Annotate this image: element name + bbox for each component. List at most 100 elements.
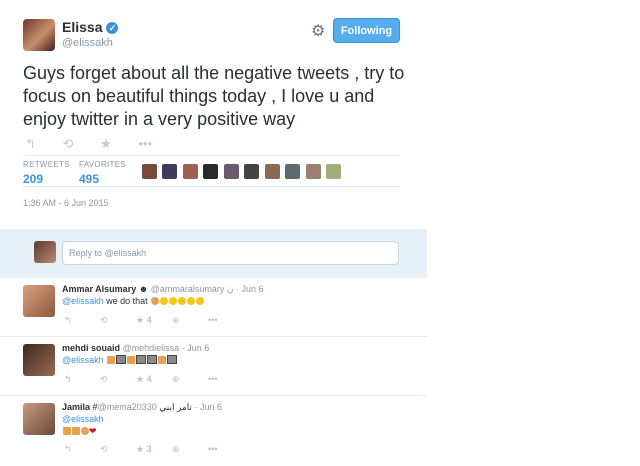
favorite-icon[interactable]: ★ 4 — [136, 374, 172, 385]
reply-date[interactable]: · Jun 6 — [195, 402, 223, 412]
reply-text: @elissakh — [62, 355, 178, 365]
reply-avatar[interactable] — [23, 285, 55, 317]
reply-icon[interactable]: ↰ — [25, 136, 36, 151]
mini-avatar[interactable] — [203, 164, 219, 179]
clapper-emoji-icon — [136, 355, 147, 364]
reply-header: Jamila #@mema20330 تامر ابني · Jun 6 — [62, 402, 222, 413]
favorite-icon[interactable]: ★ 4 — [136, 315, 172, 326]
face-emoji-icon — [160, 297, 169, 305]
reply-emoji-line: ❤ — [62, 426, 104, 437]
favorite-count: 3 — [146, 444, 152, 454]
face-emoji-icon — [169, 297, 178, 305]
divider — [23, 186, 400, 187]
reply-item[interactable]: Ammar Alsumary ☻ @ammaralsumary ن · Jun … — [0, 278, 427, 337]
user-name-row[interactable]: Elissa ✓ — [62, 19, 119, 35]
reply-area: Reply to @elissakh — [0, 229, 427, 278]
heart-emoji-icon: ❤ — [89, 426, 97, 436]
user-avatar[interactable] — [23, 19, 55, 51]
reply-date[interactable]: · Jun 6 — [236, 284, 264, 294]
reply-date[interactable]: · Jun 6 — [182, 343, 210, 353]
thumbs-up-emoji-icon — [63, 427, 71, 435]
reply-handle-suffix: ن — [226, 284, 234, 294]
reply-actions: ↰ ⟲ ★ 4 ⊕ ••• — [64, 315, 244, 326]
thumbs-up-emoji-icon — [72, 427, 80, 435]
mini-avatar[interactable] — [285, 164, 301, 179]
reply-item[interactable]: mehdi souaid @mehdielissa · Jun 6 @eliss… — [0, 337, 427, 396]
reply-item[interactable]: Jamila #@mema20330 تامر ابني · Jun 6 @el… — [0, 396, 427, 466]
reply-mention[interactable]: @elissakh — [62, 414, 104, 424]
face-emoji-icon — [196, 297, 205, 305]
reply-badge: ☻ — [138, 284, 149, 294]
reply-display-suffix: تامر ابني — [159, 402, 193, 412]
tweet-card: Elissa ✓ @elissakh ⚙ Following Guys forge… — [0, 0, 427, 466]
reply-icon[interactable]: ↰ — [64, 444, 100, 455]
favorite-count: 4 — [146, 315, 152, 325]
tweet-text: Guys forget about all the negative tweet… — [23, 63, 405, 129]
favorites-stat[interactable]: FAVORITES 495 — [79, 160, 126, 186]
favorites-count[interactable]: 495 — [79, 172, 126, 186]
reply-text: @elissakh ❤ — [62, 414, 104, 437]
clapper-emoji-icon — [116, 355, 127, 364]
reply-mention[interactable]: @elissakh — [62, 355, 104, 365]
favorite-icon[interactable]: ★ — [100, 136, 112, 151]
tweet-actions: ↰ ⟲ ★ ••• — [25, 136, 175, 152]
reply-icon[interactable]: ↰ — [64, 374, 100, 385]
retweet-icon[interactable]: ⟲ — [100, 374, 136, 385]
verified-icon: ✓ — [106, 22, 119, 34]
favorite-icon[interactable]: ★ 3 — [136, 444, 172, 455]
reply-body: we do that — [103, 296, 151, 306]
retweets-label: RETWEETS — [23, 160, 70, 169]
more-icon[interactable]: ••• — [208, 374, 244, 384]
tweet-timestamp[interactable]: 1:36 AM - 6 Jun 2015 — [23, 198, 109, 208]
reply-input[interactable]: Reply to @elissakh — [62, 241, 399, 265]
reply-actions: ↰ ⟲ ★ 4 ⊕ ••• — [64, 374, 244, 385]
following-button[interactable]: Following — [333, 18, 400, 43]
reply-handle[interactable]: @ammaralsumary — [151, 284, 225, 294]
add-icon[interactable]: ⊕ — [172, 444, 208, 455]
more-icon[interactable]: ••• — [208, 444, 244, 454]
reply-header: Ammar Alsumary ☻ @ammaralsumary ن · Jun … — [62, 284, 264, 295]
reply-avatar[interactable] — [23, 403, 55, 435]
thumbs-up-emoji-icon — [107, 356, 116, 364]
retweet-icon[interactable]: ⟲ — [100, 444, 136, 455]
retweet-icon[interactable]: ⟲ — [100, 315, 136, 326]
add-icon[interactable]: ⊕ — [172, 315, 208, 326]
reply-header: mehdi souaid @mehdielissa · Jun 6 — [62, 343, 209, 353]
favorite-count: 4 — [146, 374, 152, 384]
more-icon[interactable]: ••• — [138, 136, 152, 151]
face-emoji-icon — [178, 297, 187, 305]
face-emoji-icon — [187, 297, 196, 305]
reply-author[interactable]: Jamila — [62, 402, 90, 412]
current-user-avatar — [34, 241, 56, 263]
reply-handle[interactable]: @mema20330 — [98, 402, 157, 412]
ok-hand-emoji-icon — [81, 427, 89, 435]
reply-handle[interactable]: @mehdielissa — [123, 343, 180, 353]
reply-mention[interactable]: @elissakh — [62, 296, 104, 306]
reply-avatar[interactable] — [23, 344, 55, 376]
reply-author[interactable]: Ammar Alsumary — [62, 284, 136, 294]
mini-avatar[interactable] — [162, 164, 178, 179]
reply-author[interactable]: mehdi souaid — [62, 343, 120, 353]
thumbs-up-emoji-icon — [158, 356, 167, 364]
user-handle[interactable]: @elissakh — [62, 37, 113, 49]
mini-avatar[interactable] — [244, 164, 260, 179]
more-icon[interactable]: ••• — [208, 315, 244, 325]
mini-avatar[interactable] — [142, 164, 157, 179]
mini-avatar[interactable] — [305, 164, 321, 179]
divider — [23, 155, 400, 156]
favoriter-avatars — [142, 164, 342, 184]
thumbs-up-emoji-icon — [127, 356, 136, 364]
reply-text: @elissakh we do that — [62, 296, 205, 306]
mini-avatar[interactable] — [326, 164, 342, 179]
retweets-stat[interactable]: RETWEETS 209 — [23, 160, 70, 186]
mini-avatar[interactable] — [264, 164, 280, 179]
retweets-count[interactable]: 209 — [23, 172, 70, 186]
reply-icon[interactable]: ↰ — [64, 315, 100, 326]
gear-icon[interactable]: ⚙ — [311, 21, 325, 41]
user-name[interactable]: Elissa — [62, 19, 102, 35]
mini-avatar[interactable] — [223, 164, 239, 179]
reply-actions: ↰ ⟲ ★ 3 ⊕ ••• — [64, 444, 244, 455]
retweet-icon[interactable]: ⟲ — [63, 136, 74, 151]
add-icon[interactable]: ⊕ — [172, 374, 208, 385]
mini-avatar[interactable] — [182, 164, 198, 179]
